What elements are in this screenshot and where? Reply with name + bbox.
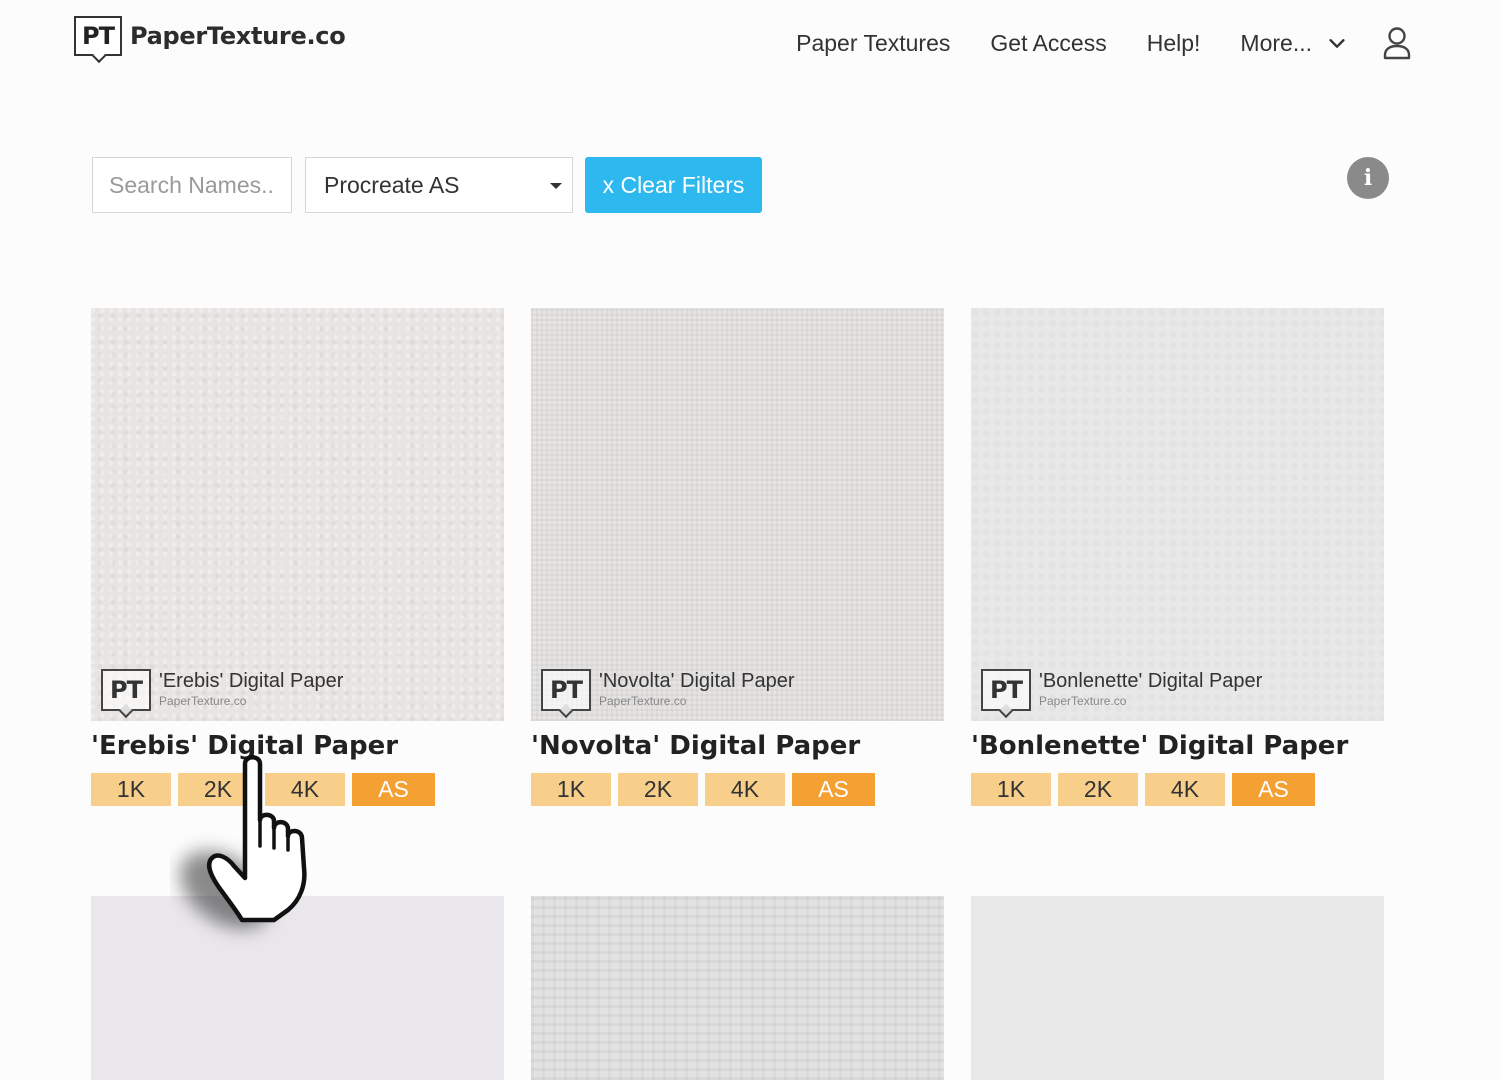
resolution-badges: 1K 2K 4K AS — [971, 773, 1384, 806]
badge-as[interactable]: AS — [352, 773, 435, 806]
badge-1k[interactable]: 1K — [971, 773, 1051, 806]
texture-thumbnail[interactable]: PT 'Bonlenette' Digital Paper PaperTextu… — [971, 308, 1384, 721]
watermark-logo: PT — [981, 669, 1031, 711]
texture-thumbnail[interactable] — [531, 896, 944, 1080]
nav-more-label: More... — [1240, 29, 1312, 56]
main-nav: Paper Textures Get Access Help! More... — [756, 26, 1412, 60]
texture-card: PT 'Bonlenette' Digital Paper PaperTextu… — [971, 308, 1384, 806]
nav-get-access[interactable]: Get Access — [990, 30, 1106, 57]
texture-thumbnail[interactable] — [971, 896, 1384, 1080]
badge-1k[interactable]: 1K — [531, 773, 611, 806]
texture-card: PT 'Erebis' Digital Paper PaperTexture.c… — [91, 308, 504, 806]
badge-4k[interactable]: 4K — [1145, 773, 1225, 806]
format-select[interactable]: Procreate AS — [305, 157, 573, 213]
texture-thumbnail[interactable]: PT 'Novolta' Digital Paper PaperTexture.… — [531, 308, 944, 721]
watermark-title: 'Novolta' Digital Paper — [599, 670, 795, 692]
badge-2k[interactable]: 2K — [618, 773, 698, 806]
card-title[interactable]: 'Novolta' Digital Paper — [531, 731, 944, 761]
watermark: PT 'Erebis' Digital Paper PaperTexture.c… — [101, 669, 343, 711]
watermark-logo: PT — [101, 669, 151, 711]
badge-4k[interactable]: 4K — [265, 773, 345, 806]
watermark-site: PaperTexture.co — [159, 694, 247, 708]
watermark-title: 'Bonlenette' Digital Paper — [1039, 670, 1263, 692]
nav-more[interactable]: More... — [1240, 30, 1348, 57]
logo-mark: PT — [74, 16, 122, 56]
watermark-logo: PT — [541, 669, 591, 711]
texture-card: PT 'Novolta' Digital Paper PaperTexture.… — [531, 308, 944, 806]
watermark: PT 'Novolta' Digital Paper PaperTexture.… — [541, 669, 795, 711]
nav-paper-textures[interactable]: Paper Textures — [796, 30, 950, 57]
watermark: PT 'Bonlenette' Digital Paper PaperTextu… — [981, 669, 1262, 711]
search-input[interactable] — [92, 157, 292, 213]
nav-help[interactable]: Help! — [1147, 30, 1201, 57]
resolution-badges: 1K 2K 4K AS — [91, 773, 504, 806]
format-select-value: Procreate AS — [324, 171, 460, 198]
watermark-site: PaperTexture.co — [1039, 694, 1127, 708]
site-logo[interactable]: PT PaperTexture.co — [74, 16, 346, 56]
card-title[interactable]: 'Erebis' Digital Paper — [91, 731, 504, 761]
badge-2k[interactable]: 2K — [178, 773, 258, 806]
texture-thumbnail[interactable] — [91, 896, 504, 1080]
badge-as[interactable]: AS — [792, 773, 875, 806]
card-title[interactable]: 'Bonlenette' Digital Paper — [971, 731, 1384, 761]
logo-text: PaperTexture.co — [130, 22, 346, 50]
watermark-site: PaperTexture.co — [599, 694, 687, 708]
resolution-badges: 1K 2K 4K AS — [531, 773, 944, 806]
chevron-down-icon — [1329, 39, 1345, 48]
badge-1k[interactable]: 1K — [91, 773, 171, 806]
texture-thumbnail[interactable]: PT 'Erebis' Digital Paper PaperTexture.c… — [91, 308, 504, 721]
info-glyph: i — [1363, 165, 1373, 191]
info-icon[interactable]: i — [1347, 157, 1389, 199]
user-icon[interactable] — [1382, 26, 1412, 60]
clear-filters-button[interactable]: x Clear Filters — [585, 157, 762, 213]
badge-2k[interactable]: 2K — [1058, 773, 1138, 806]
badge-4k[interactable]: 4K — [705, 773, 785, 806]
watermark-title: 'Erebis' Digital Paper — [159, 670, 344, 692]
badge-as[interactable]: AS — [1232, 773, 1315, 806]
caret-down-icon — [550, 183, 562, 189]
